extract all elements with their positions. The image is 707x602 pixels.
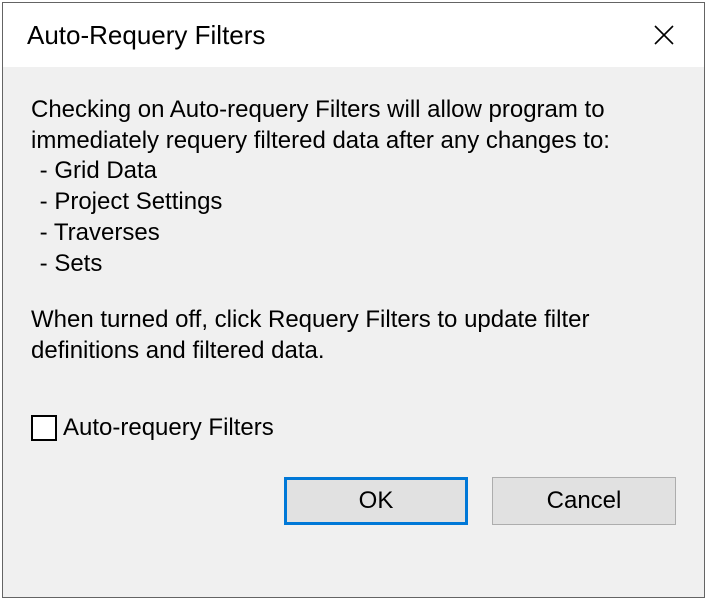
auto-requery-checkbox[interactable]: [31, 415, 57, 441]
cancel-button[interactable]: Cancel: [492, 477, 676, 525]
list-item: Sets: [31, 249, 676, 280]
dialog-title: Auto-Requery Filters: [27, 20, 265, 51]
checkbox-label[interactable]: Auto-requery Filters: [63, 413, 274, 444]
off-note-text: When turned off, click Requery Filters t…: [31, 305, 676, 366]
change-list: Grid Data Project Settings Traverses Set…: [31, 156, 676, 279]
list-item: Traverses: [31, 218, 676, 249]
intro-text: Checking on Auto-requery Filters will al…: [31, 95, 676, 156]
checkbox-row: Auto-requery Filters: [31, 413, 676, 444]
dialog-window: Auto-Requery Filters Checking on Auto-re…: [2, 2, 705, 598]
titlebar: Auto-Requery Filters: [3, 3, 704, 67]
button-row: OK Cancel: [31, 477, 676, 529]
close-icon: [654, 25, 674, 45]
ok-button[interactable]: OK: [284, 477, 468, 525]
list-item: Project Settings: [31, 187, 676, 218]
description-block: Checking on Auto-requery Filters will al…: [31, 95, 676, 279]
list-item: Grid Data: [31, 156, 676, 187]
close-button[interactable]: [644, 15, 684, 55]
dialog-content: Checking on Auto-requery Filters will al…: [3, 67, 704, 597]
